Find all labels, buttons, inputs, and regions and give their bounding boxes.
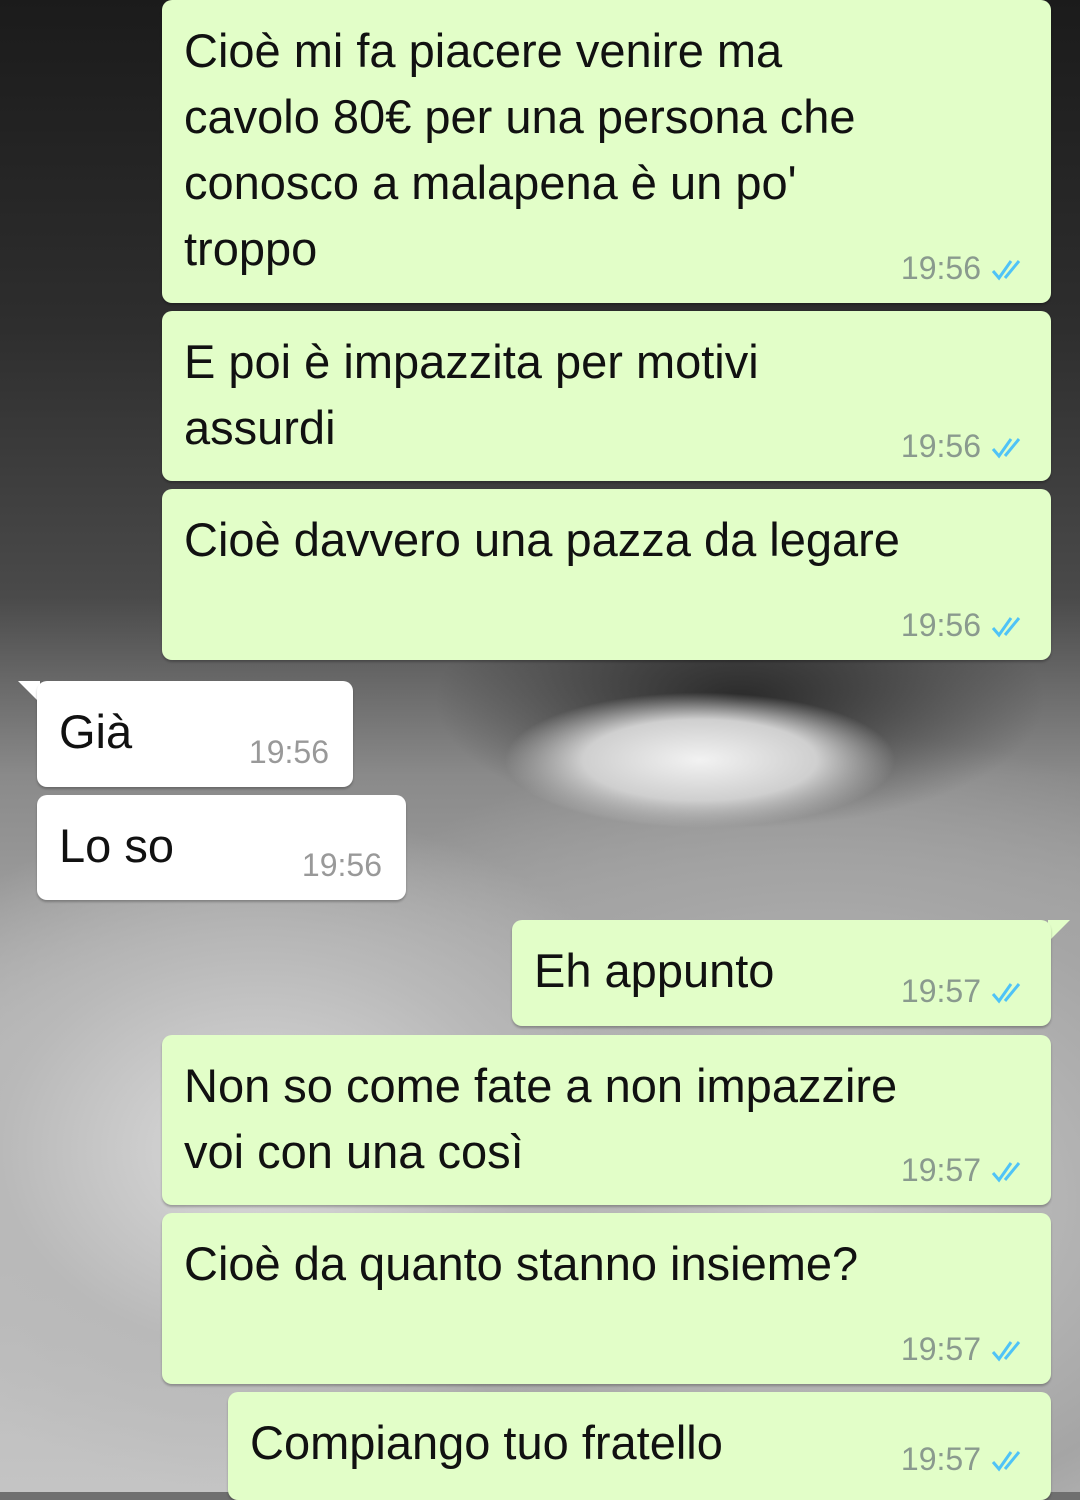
message-text: Compiango tuo fratello	[250, 1416, 723, 1469]
message-meta: 19:56	[901, 428, 1027, 465]
outgoing-message[interactable]: Cioè da quanto stanno insieme? 19:57	[162, 1213, 1051, 1384]
message-time: 19:56	[900, 250, 981, 286]
outgoing-message[interactable]: Cioè mi fa piacere venire ma cavolo 80€ …	[162, 0, 1051, 303]
message-time: 19:56	[248, 734, 329, 770]
message-time: 19:57	[900, 1331, 981, 1367]
message-meta: 19:57	[901, 1441, 1027, 1478]
message-text: Lo so	[59, 819, 174, 872]
incoming-message[interactable]: Già 19:56	[37, 681, 353, 787]
message-text: Cioè da quanto stanno insieme?	[184, 1237, 859, 1290]
read-ticks-icon	[991, 982, 1021, 1003]
read-ticks-icon	[991, 1340, 1021, 1361]
read-ticks-icon	[991, 437, 1021, 458]
outgoing-message[interactable]: Non so come fate a non impazzire voi con…	[162, 1035, 1051, 1205]
message-text: Cioè mi fa piacere venire ma cavolo 80€ …	[184, 24, 856, 275]
message-text: Già	[59, 705, 133, 758]
message-meta: 19:56	[249, 734, 329, 771]
message-time: 19:57	[900, 1441, 981, 1477]
message-meta: 19:57	[901, 1331, 1027, 1368]
bubble-tail	[1048, 920, 1070, 942]
message-meta: 19:56	[901, 607, 1027, 644]
message-meta: 19:57	[901, 1152, 1027, 1189]
outgoing-message[interactable]: Cioè davvero una pazza da legare 19:56	[162, 489, 1051, 660]
read-ticks-icon	[991, 616, 1021, 637]
outgoing-message[interactable]: E poi è impazzita per motivi assurdi 19:…	[162, 311, 1051, 481]
message-text: Cioè davvero una pazza da legare	[184, 513, 900, 566]
read-ticks-icon	[991, 259, 1021, 280]
message-meta: 19:56	[302, 847, 382, 884]
outgoing-message[interactable]: Eh appunto 19:57	[512, 920, 1051, 1026]
message-time: 19:56	[301, 847, 382, 883]
message-time: 19:57	[900, 973, 981, 1009]
message-time: 19:56	[900, 607, 981, 643]
outgoing-message[interactable]: Compiango tuo fratello 19:57	[228, 1392, 1051, 1500]
read-ticks-icon	[991, 1450, 1021, 1471]
message-meta: 19:56	[901, 250, 1027, 287]
read-ticks-icon	[991, 1161, 1021, 1182]
message-text: Eh appunto	[534, 944, 775, 997]
message-time: 19:57	[900, 1152, 981, 1188]
message-time: 19:56	[900, 428, 981, 464]
message-meta: 19:57	[901, 973, 1027, 1010]
incoming-message[interactable]: Lo so 19:56	[37, 795, 406, 900]
